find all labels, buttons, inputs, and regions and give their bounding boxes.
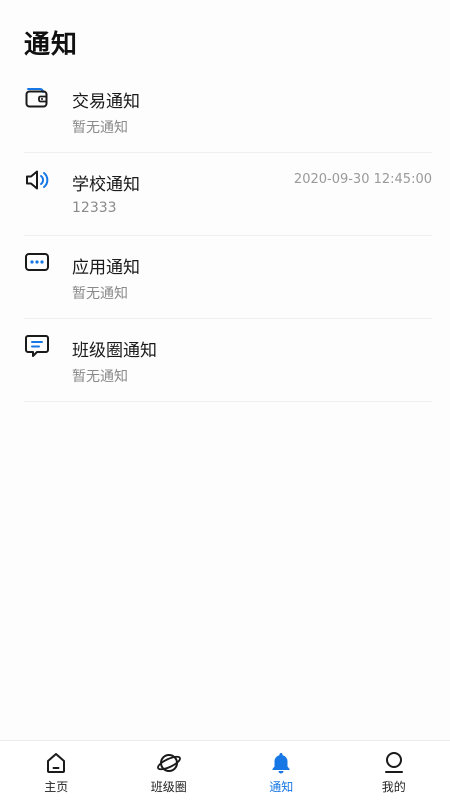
notice-item-class-circle[interactable]: 班级圈通知 暂无通知 (24, 319, 432, 402)
notice-title: 应用通知 (72, 258, 140, 278)
tab-label: 通知 (269, 780, 294, 794)
notice-subtitle: 12333 (72, 200, 117, 216)
notice-time: 2020-09-30 12:45:00 (293, 172, 432, 187)
notice-title: 学校通知 (72, 175, 140, 195)
notice-item-app[interactable]: 应用通知 暂无通知 (24, 236, 432, 319)
bell-icon (272, 753, 290, 774)
wallet-icon (25, 88, 48, 108)
tab-label: 主页 (44, 780, 69, 794)
planet-icon (156, 754, 181, 772)
notice-subtitle: 暂无通知 (72, 286, 128, 302)
notice-subtitle: 暂无通知 (72, 369, 128, 385)
notice-item-school[interactable]: 学校通知 2020-09-30 12:45:00 12333 (24, 153, 432, 236)
notice-title: 交易通知 (72, 92, 140, 112)
tab-profile[interactable]: 我的 (338, 741, 450, 800)
message-dots-icon (25, 253, 49, 271)
notice-list: 交易通知 暂无通知 学校通知 2020-09-30 12:45:00 12333… (24, 70, 432, 402)
notice-title: 班级圈通知 (72, 341, 157, 361)
notice-item-trade[interactable]: 交易通知 暂无通知 (24, 70, 432, 153)
speaker-icon (26, 170, 49, 190)
bottom-tab-bar: 主页 班级圈 通知 我的 (0, 740, 450, 800)
tab-label: 我的 (381, 780, 406, 794)
user-icon (384, 752, 403, 773)
tab-class-circle[interactable]: 班级圈 (113, 741, 226, 800)
home-icon (47, 753, 66, 773)
tab-home[interactable]: 主页 (0, 741, 113, 800)
notice-subtitle: 暂无通知 (72, 120, 128, 136)
page-title: 通知 (24, 30, 79, 60)
chat-bubble-icon (25, 335, 49, 357)
tab-label: 班级圈 (150, 780, 187, 794)
tab-notifications[interactable]: 通知 (225, 741, 338, 800)
